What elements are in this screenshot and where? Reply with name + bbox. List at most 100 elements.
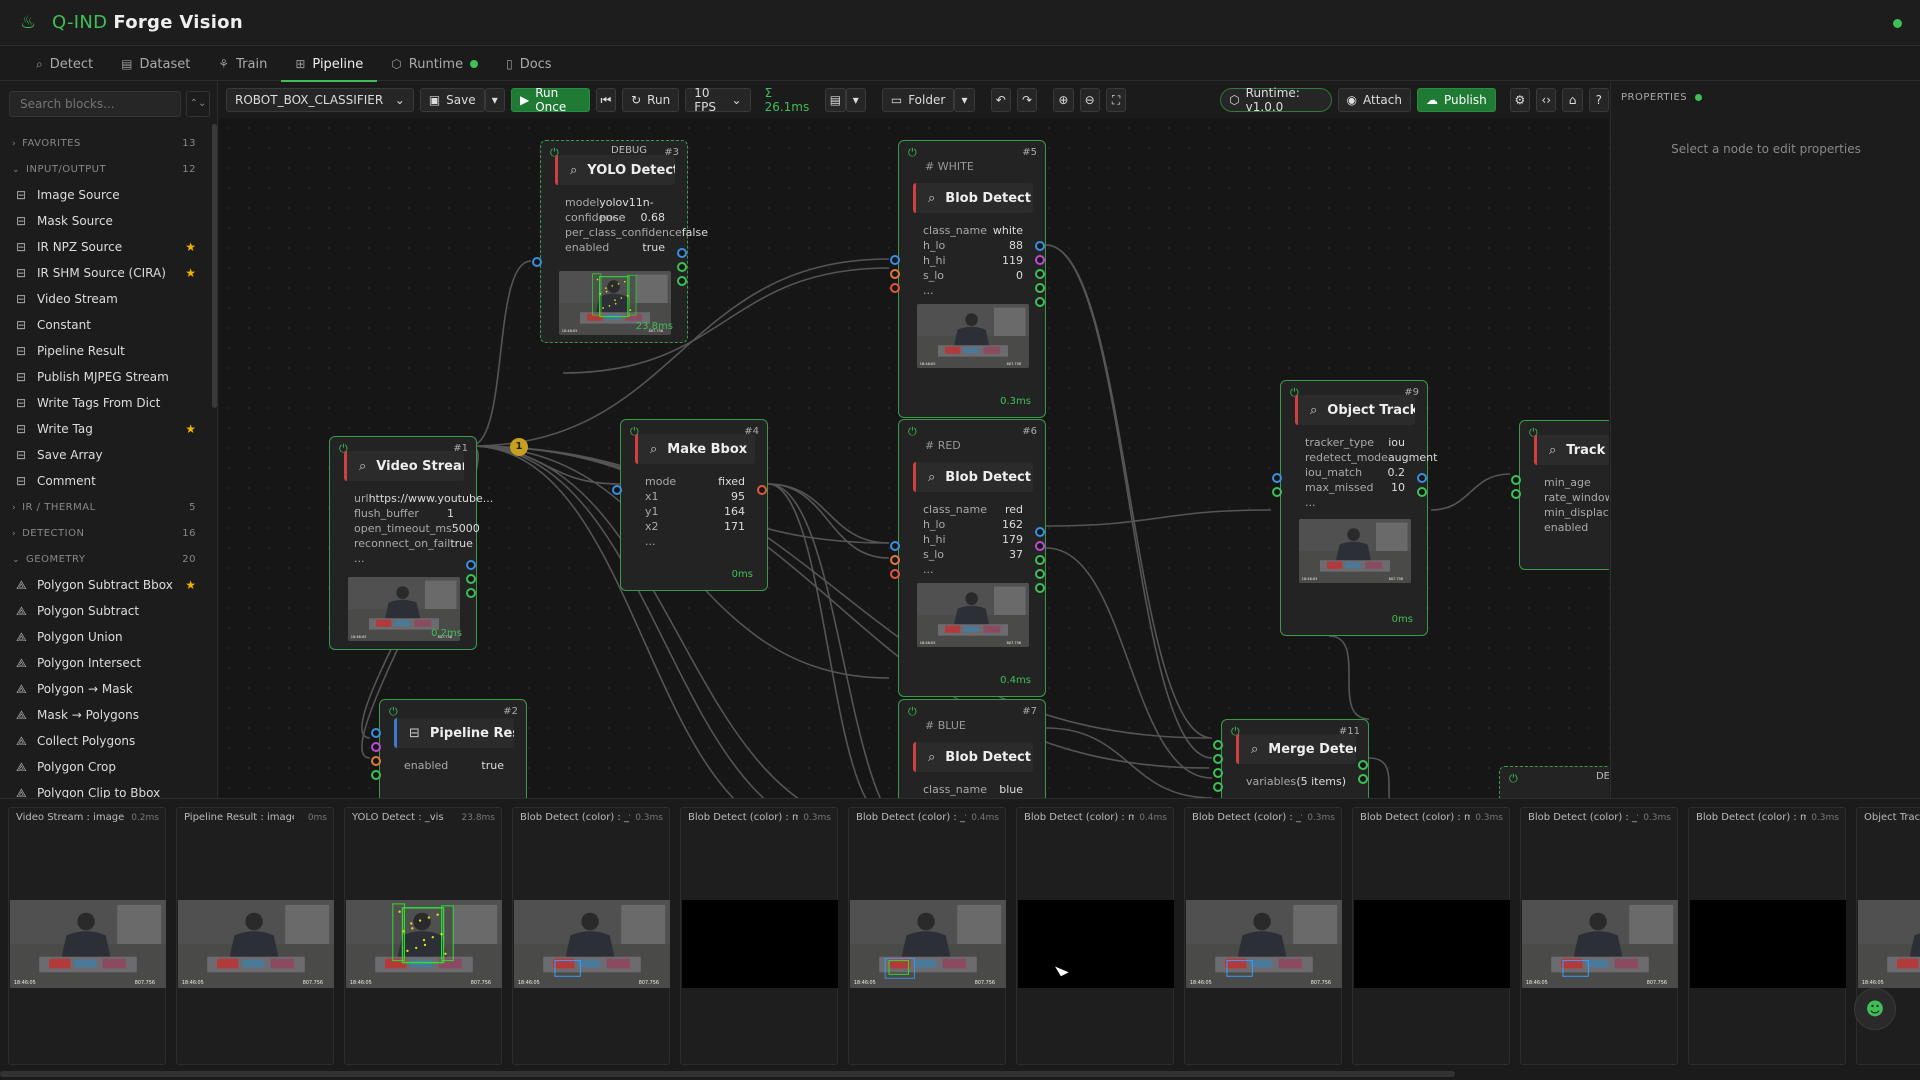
node-port[interactable] <box>677 262 687 272</box>
favorite-star-icon[interactable]: ★ <box>185 266 196 280</box>
preview-tile[interactable]: Blob Detect (color) : _vis 0.4ms 18:46:05 8… <box>848 807 1006 1065</box>
power-icon[interactable]: ⏻ <box>389 705 398 719</box>
node-track2[interactable]: ⏻ ⌕ Track min_age rate_window min_displace ena… <box>1511 420 1609 570</box>
block-item[interactable]: ⟁ Polygon Intersect <box>0 650 208 676</box>
preview-strip-scrollbar[interactable] <box>0 1071 1455 1077</box>
node-port[interactable] <box>1417 487 1427 497</box>
tags-button[interactable]: ⌂ <box>1562 88 1583 112</box>
preview-tile[interactable]: Blob Detect (color) : mask 0.3ms <box>680 807 838 1065</box>
node-port[interactable] <box>1213 782 1223 792</box>
pipeline-select[interactable]: ROBOT_BOX_CLASSIFIER ⌄ <box>226 88 414 112</box>
connection-wire[interactable] <box>1328 635 1370 720</box>
node-port[interactable] <box>1035 255 1045 265</box>
help-button[interactable]: ? <box>1588 88 1609 112</box>
node-port[interactable] <box>890 555 900 565</box>
node-white[interactable]: ⏻ #5 # WHITE ⌕ Blob Detect (c... class_name wh… <box>890 140 1046 418</box>
connection-wire[interactable] <box>469 260 532 447</box>
node-port[interactable] <box>677 276 687 286</box>
save-menu-button[interactable]: ▾ <box>484 88 505 112</box>
node-port[interactable] <box>890 255 900 265</box>
block-item[interactable]: ⊟ Write Tag ★ <box>0 416 208 442</box>
node-header[interactable]: ⌕ Track <box>1534 435 1609 465</box>
preview-tile[interactable]: Blob Detect (color) : mask 0.3ms <box>1352 807 1510 1065</box>
node-port[interactable] <box>466 588 476 598</box>
redo-button[interactable]: ↷ <box>1016 88 1038 112</box>
publish-button[interactable]: ☁ Publish <box>1416 88 1496 112</box>
fit-view-button[interactable]: ⛶ <box>1105 88 1127 112</box>
node-yolo[interactable]: ⏻ #3 DEBUG ⌕ YOLO Detect model yolov11n-pose co… <box>532 140 708 343</box>
node-port[interactable] <box>466 560 476 570</box>
category-geometry[interactable]: ⌄ GEOMETRY 20 <box>0 546 208 572</box>
save-button[interactable]: ▣ Save <box>419 88 485 112</box>
connection-wire[interactable] <box>1045 547 1213 779</box>
connection-wire[interactable] <box>767 483 889 798</box>
node-result[interactable]: ⏻ #2 ⊟ Pipeline Result enabled true <box>371 699 527 798</box>
node-header[interactable]: ⌕ Video Stream <box>344 451 464 481</box>
node-partial-debug[interactable]: ⏻ DE <box>1499 766 1609 798</box>
preview-tile[interactable]: Blob Detect (color) : mask 0.4ms <box>1016 807 1174 1065</box>
node-port[interactable] <box>890 569 900 579</box>
node-header[interactable]: ⌕ Blob Detect (c... <box>913 462 1033 492</box>
power-icon[interactable]: ⏻ <box>908 146 917 160</box>
node-header[interactable]: ⌕ Make Bbox <box>635 434 755 464</box>
node-port[interactable] <box>1358 760 1368 770</box>
preview-tile[interactable]: Blob Detect (color) : _vis 0.3ms 18:46:05 8… <box>512 807 670 1065</box>
node-port[interactable] <box>1272 473 1282 483</box>
run-once-button[interactable]: ▶ Run Once <box>510 86 590 114</box>
favorite-star-icon[interactable]: ★ <box>185 578 196 592</box>
block-item[interactable]: ⟁ Mask → Polygons <box>0 702 208 728</box>
sidebar-scrollbar[interactable] <box>212 124 217 408</box>
tab-train[interactable]: ⚘ Train <box>204 47 281 81</box>
node-port[interactable] <box>1511 475 1521 485</box>
folder-menu-button[interactable]: ▾ <box>954 88 975 112</box>
node-port[interactable] <box>1213 754 1223 764</box>
node-port[interactable] <box>1272 487 1282 497</box>
node-port[interactable] <box>1511 489 1521 499</box>
tab-pipeline[interactable]: ⊞ Pipeline <box>281 47 378 82</box>
category-favorites[interactable]: › FAVORITES 13 <box>0 130 208 156</box>
connection-wire[interactable] <box>1045 244 1213 759</box>
block-item[interactable]: ⟁ Polygon Subtract <box>0 598 208 624</box>
snapshot-button[interactable]: ▤ <box>825 88 846 112</box>
connection-wire[interactable] <box>1430 473 1511 511</box>
node-bbox[interactable]: ⏻ #4 ⌕ Make Bbox mode fixed x1 95 y1 164 x2 171... 0… <box>612 419 768 591</box>
block-item[interactable]: ⟁ Polygon Clip to Bbox <box>0 780 208 799</box>
zoom-in-button[interactable]: ⊕ <box>1053 88 1074 112</box>
pipeline-canvas[interactable]: ⏻ #3 DEBUG ⌕ YOLO Detect model yolov11n-pose co… <box>219 118 1609 798</box>
node-red[interactable]: ⏻#6# RED⌕Blob Detect (c...class_nameredh… <box>890 419 1046 697</box>
node-port[interactable] <box>1035 541 1045 551</box>
node-header[interactable]: ⌕ Object Tracker <box>1295 395 1415 425</box>
tab-docs[interactable]: ▯ Docs <box>492 47 566 81</box>
code-view-button[interactable]: ‹› <box>1536 88 1557 112</box>
block-item[interactable]: ⊟ Pipeline Result <box>0 338 208 364</box>
node-port[interactable] <box>1035 555 1045 565</box>
tab-detect[interactable]: ⌕ Detect <box>22 47 107 81</box>
block-item[interactable]: ⊟ Write Tags From Dict <box>0 390 208 416</box>
node-header[interactable]: ⌕ Blob Detect (c... <box>913 183 1033 213</box>
node-port[interactable] <box>371 742 381 752</box>
power-icon[interactable]: ⏻ <box>908 705 917 719</box>
tab-runtime[interactable]: ⬡ Runtime <box>377 47 492 81</box>
block-item[interactable]: ⟁ Polygon Subtract Bbox ★ <box>0 572 208 598</box>
connection-wire[interactable] <box>1368 757 1409 798</box>
block-item[interactable]: ⊟ Image Source <box>0 182 208 208</box>
connection-count-badge[interactable]: 1 <box>510 438 528 456</box>
category-ir-thermal[interactable]: › IR / THERMAL 5 <box>0 494 208 520</box>
node-port[interactable] <box>1035 569 1045 579</box>
node-port[interactable] <box>612 485 622 495</box>
node-port[interactable] <box>1213 768 1223 778</box>
node-port[interactable] <box>1417 473 1427 483</box>
block-item[interactable]: ⟁ Polygon → Mask <box>0 676 208 702</box>
assistant-robot-button[interactable]: ☻ <box>1854 988 1896 1030</box>
preview-tile[interactable]: YOLO Detect : _vis 23.8ms 18:46:05 807.756 <box>344 807 502 1065</box>
node-port[interactable] <box>1035 297 1045 307</box>
node-port[interactable] <box>1213 740 1223 750</box>
node-header[interactable]: ⌕ Merge Detecti... <box>1236 734 1356 764</box>
block-item[interactable]: ⟁ Collect Polygons <box>0 728 208 754</box>
preview-tile[interactable]: Blob Detect (color) : mask 0.3ms <box>1688 807 1846 1065</box>
snapshot-menu-button[interactable]: ▾ <box>845 88 866 112</box>
node-header[interactable]: ⌕ YOLO Detect <box>555 155 675 185</box>
block-item[interactable]: ⊟ Mask Source <box>0 208 208 234</box>
preview-tile[interactable]: Pipeline Result : image 0ms 18:46:05 807.75… <box>176 807 334 1065</box>
favorite-star-icon[interactable]: ★ <box>185 422 196 436</box>
